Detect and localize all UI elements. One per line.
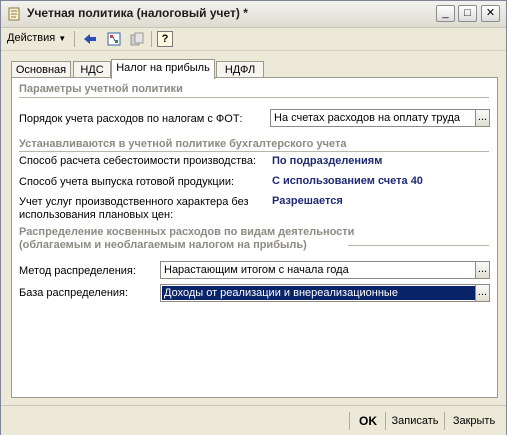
ellipsis-icon: ... xyxy=(477,263,488,275)
section-title-indirect: Распределение косвенных расходов по вида… xyxy=(19,226,355,238)
tab-label: НДС xyxy=(80,64,104,76)
profit-tax-panel: Параметры учетной политики Порядок учета… xyxy=(11,77,498,398)
tab-profit-tax[interactable]: Налог на прибыль xyxy=(111,59,215,79)
chevron-down-icon: ▼ xyxy=(58,34,67,43)
close-button[interactable]: ✕ xyxy=(481,5,500,22)
services-label-line1: Учет услуг производственного характера б… xyxy=(19,196,249,208)
base-field[interactable]: Доходы от реализации и внереализационные xyxy=(160,284,476,302)
section-title-params: Параметры учетной политики xyxy=(19,83,183,95)
maximize-icon: □ xyxy=(464,7,471,19)
footer-separator xyxy=(444,412,445,430)
fot-select-button[interactable]: ... xyxy=(475,109,490,127)
footer-separator xyxy=(349,412,350,430)
save-button[interactable]: Записать xyxy=(389,412,441,430)
toolbar: Действия ▼ ? xyxy=(1,28,506,51)
section-title-indirect-sub: (облагаемым и необлагаемым налогом на пр… xyxy=(19,239,307,251)
structure-icon[interactable] xyxy=(106,31,122,47)
actions-label: Действия xyxy=(7,32,56,44)
help-icon: ? xyxy=(161,33,169,45)
services-value: Разрешается xyxy=(272,195,343,207)
document-icon xyxy=(8,7,20,21)
tab-main[interactable]: Основная xyxy=(11,61,71,78)
tab-vat[interactable]: НДС xyxy=(73,61,111,78)
footer-separator xyxy=(385,412,386,430)
section-divider xyxy=(19,97,489,98)
output-method-value: С использованием счета 40 xyxy=(272,175,423,187)
maximize-button[interactable]: □ xyxy=(458,5,477,22)
close-icon: ✕ xyxy=(485,7,496,19)
base-label: База распределения: xyxy=(19,287,129,299)
minimize-icon: _ xyxy=(442,7,449,19)
method-field[interactable]: Нарастающим итогом с начала года xyxy=(160,261,476,279)
help-button[interactable]: ? xyxy=(157,31,173,47)
close-form-label: Закрыть xyxy=(452,415,496,427)
footer-bar: OK Записать Закрыть xyxy=(1,405,506,435)
ok-label: OK xyxy=(359,414,377,428)
fot-label: Порядок учета расходов по налогам с ФОТ: xyxy=(19,113,243,125)
save-label: Записать xyxy=(391,415,439,427)
back-arrow-icon[interactable] xyxy=(82,31,98,47)
close-form-button[interactable]: Закрыть xyxy=(448,412,500,430)
cost-method-label: Способ расчета себестоимости производств… xyxy=(19,155,257,167)
method-select-button[interactable]: ... xyxy=(475,261,490,279)
window-title: Учетная политика (налоговый учет) * xyxy=(27,6,248,20)
tab-label: Основная xyxy=(15,64,67,76)
method-value: Нарастающим итогом с начала года xyxy=(164,264,349,276)
base-select-button[interactable]: ... xyxy=(475,284,490,302)
method-label: Метод распределения: xyxy=(19,265,136,277)
fot-value: На счетах расходов на оплату труда xyxy=(274,112,461,124)
tab-label: Налог на прибыль xyxy=(116,62,210,74)
section-divider xyxy=(348,245,489,246)
toolbar-separator xyxy=(151,31,152,47)
title-bar[interactable]: Учетная политика (налоговый учет) * _ □ … xyxy=(1,1,506,28)
section-title-accounting: Устанавливаются в учетной политике бухга… xyxy=(19,138,347,150)
services-label-line2: использования плановых цен: xyxy=(19,209,174,221)
copy-icon[interactable] xyxy=(129,31,145,47)
cost-method-value: По подразделениям xyxy=(272,155,383,167)
ok-button[interactable]: OK xyxy=(353,412,383,430)
section-divider xyxy=(19,151,489,152)
minimize-button[interactable]: _ xyxy=(436,5,455,22)
toolbar-separator xyxy=(74,31,75,47)
tab-ndfl[interactable]: НДФЛ xyxy=(216,61,264,78)
fot-field[interactable]: На счетах расходов на оплату труда xyxy=(270,109,476,127)
output-method-label: Способ учета выпуска готовой продукции: xyxy=(19,176,235,188)
ellipsis-icon: ... xyxy=(477,111,488,123)
ellipsis-icon: ... xyxy=(477,286,488,298)
actions-menu[interactable]: Действия ▼ xyxy=(7,32,66,44)
tab-label: НДФЛ xyxy=(224,64,256,76)
base-value: Доходы от реализации и внереализационные xyxy=(162,286,475,300)
policy-window: Учетная политика (налоговый учет) * _ □ … xyxy=(0,0,507,435)
